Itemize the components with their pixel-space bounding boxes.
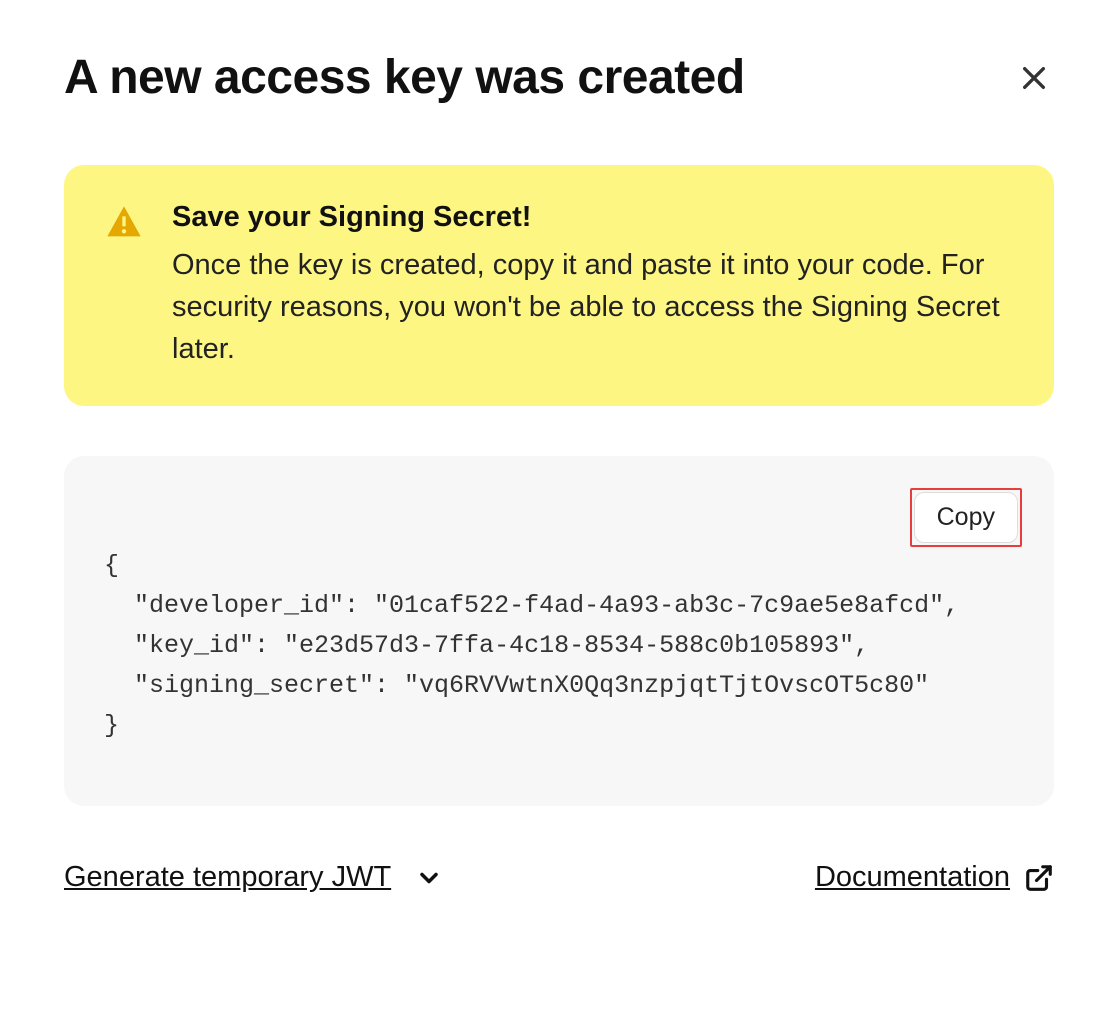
alert-title: Save your Signing Secret!	[172, 201, 1014, 234]
chevron-down-icon	[415, 864, 443, 892]
warning-icon	[104, 203, 144, 243]
documentation-link[interactable]: Documentation	[815, 861, 1054, 894]
documentation-label: Documentation	[815, 861, 1010, 894]
dialog-title: A new access key was created	[64, 50, 745, 105]
external-link-icon	[1024, 863, 1054, 893]
copy-button-highlight: Copy	[910, 488, 1022, 547]
dialog-header: A new access key was created	[64, 50, 1054, 105]
code-content: { "developer_id": "01caf522-f4ad-4a93-ab…	[104, 546, 1014, 746]
alert-body: Once the key is created, copy it and pas…	[172, 244, 1014, 370]
warning-alert: Save your Signing Secret! Once the key i…	[64, 165, 1054, 406]
alert-content: Save your Signing Secret! Once the key i…	[172, 201, 1014, 370]
jwt-toggle-label: Generate temporary JWT	[64, 861, 391, 894]
generate-jwt-toggle[interactable]: Generate temporary JWT	[64, 861, 443, 894]
copy-button[interactable]: Copy	[914, 492, 1018, 543]
dialog-footer: Generate temporary JWT Documentation	[64, 861, 1054, 894]
code-block: Copy { "developer_id": "01caf522-f4ad-4a…	[64, 456, 1054, 806]
close-button[interactable]	[1014, 58, 1054, 98]
close-icon	[1018, 62, 1050, 94]
